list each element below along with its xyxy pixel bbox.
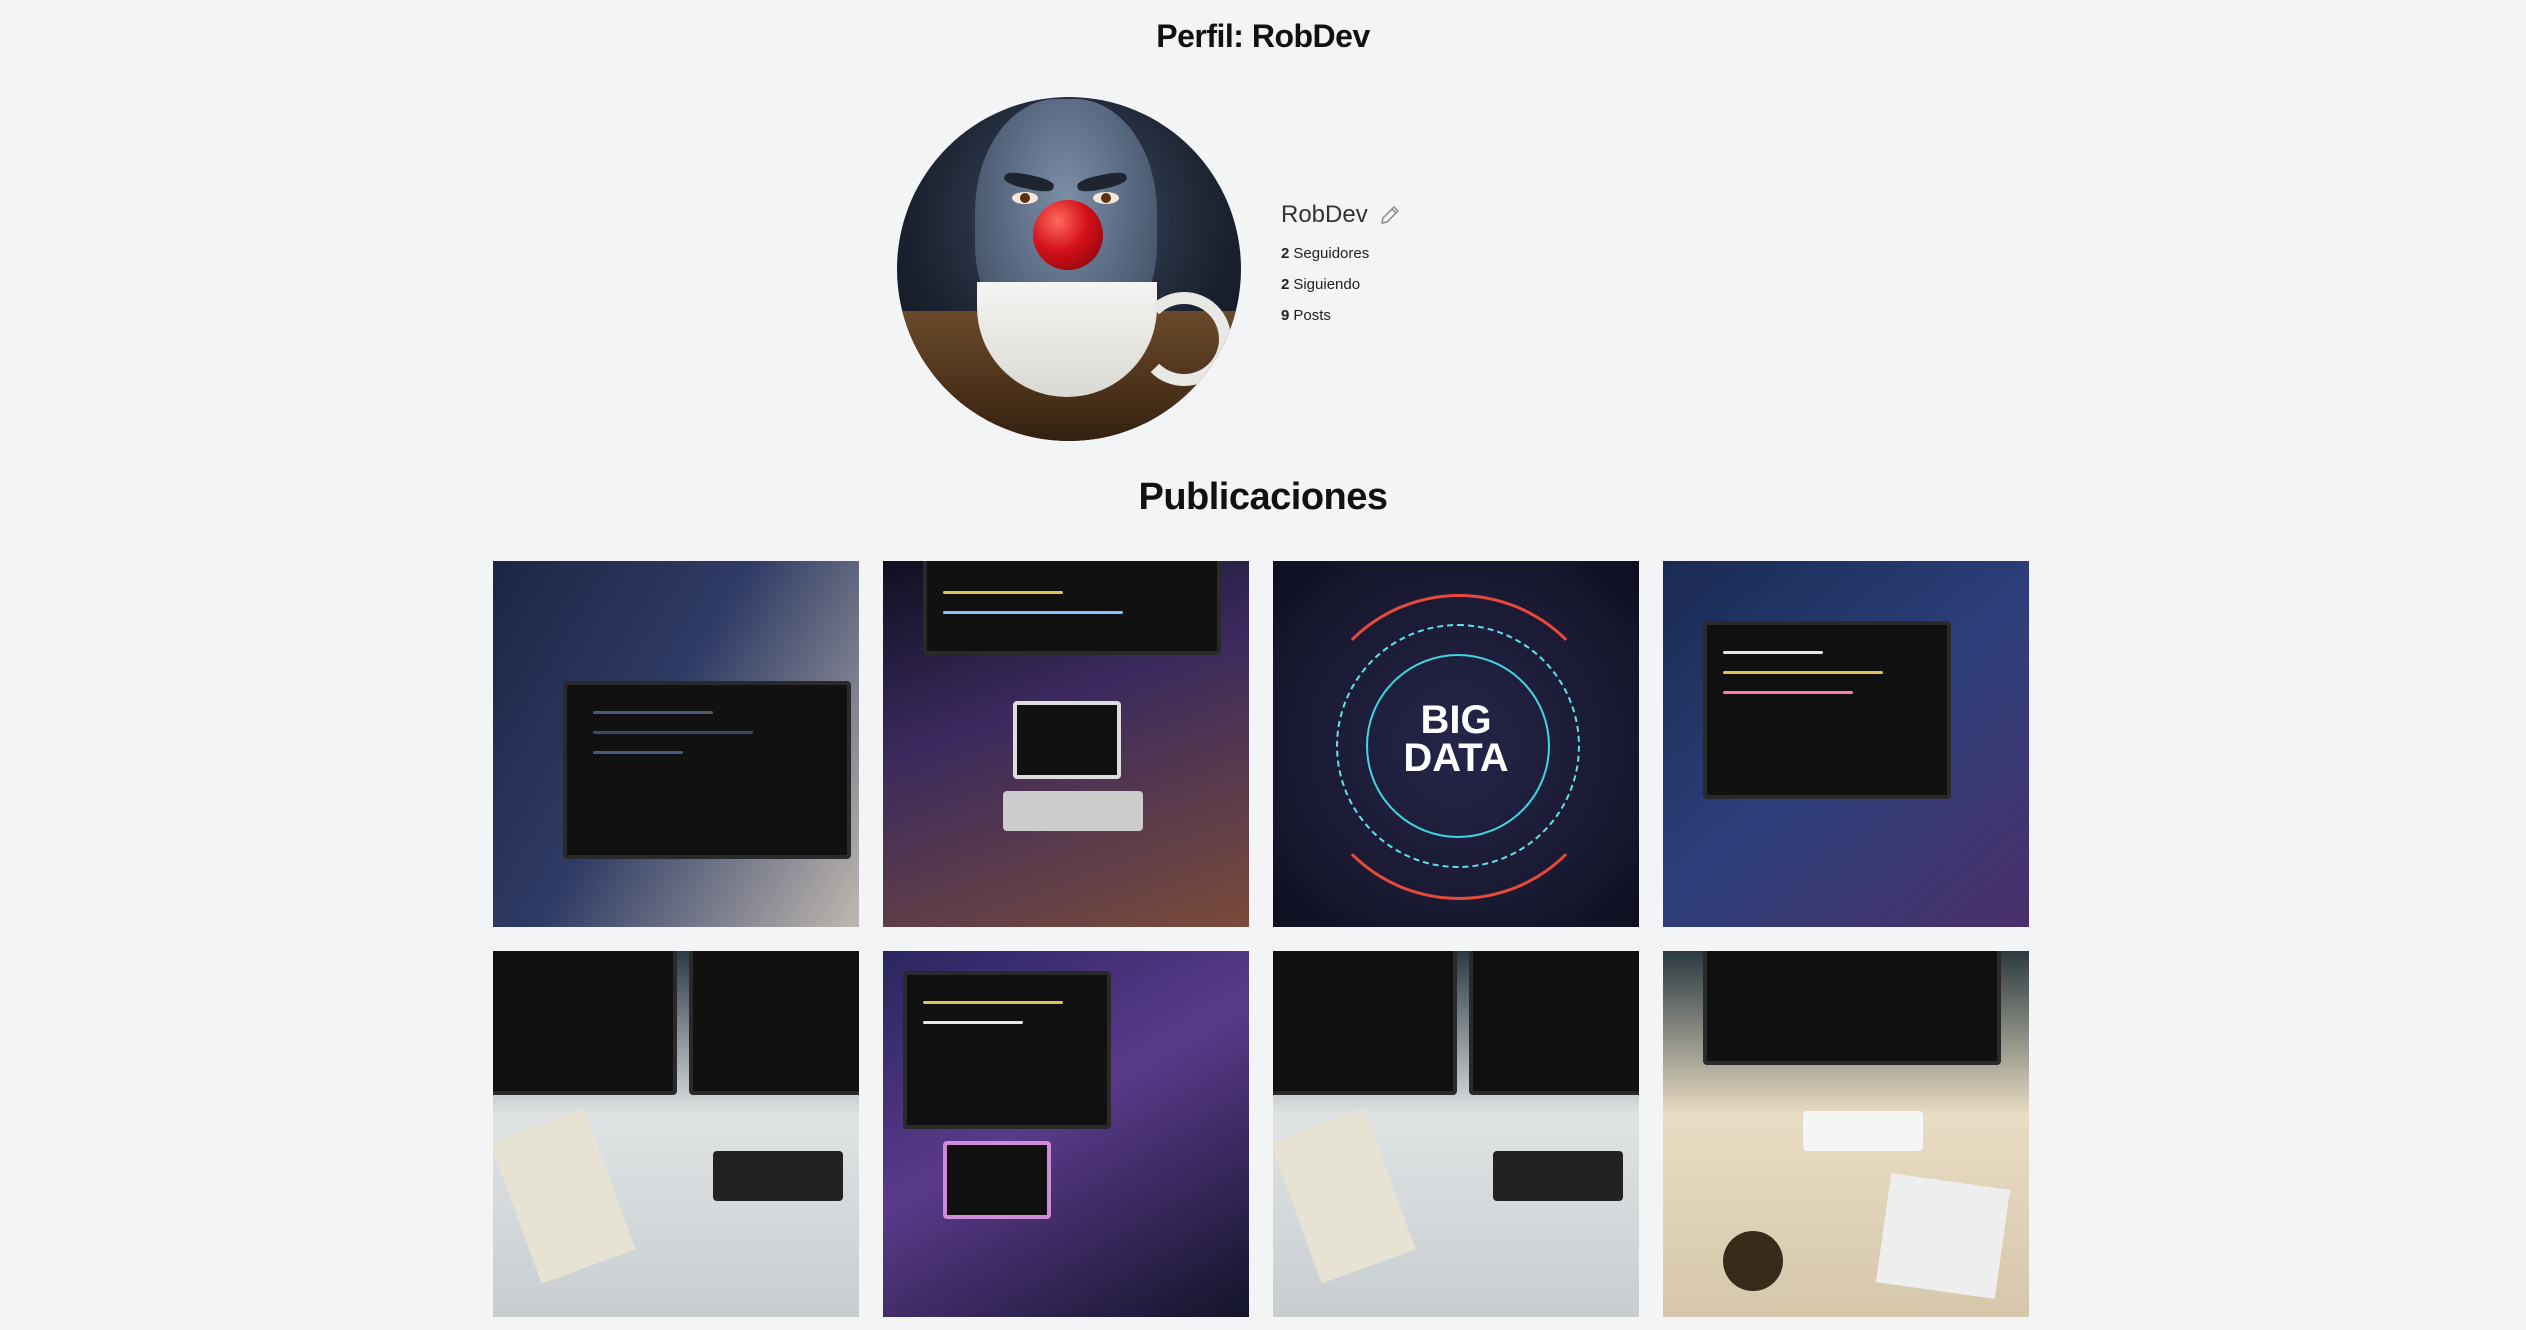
post-thumbnail[interactable] <box>883 561 1249 927</box>
followers-label: Seguidores <box>1293 244 1370 262</box>
post-thumbnail[interactable] <box>493 561 859 927</box>
avatar <box>897 97 1241 441</box>
stat-posts: 9 Posts <box>1281 307 1402 324</box>
stat-followers[interactable]: 2 Seguidores <box>1281 245 1402 262</box>
stat-following[interactable]: 2 Siguiendo <box>1281 276 1402 293</box>
username: RobDev <box>1281 200 1368 228</box>
section-title: Publicaciones <box>1138 476 1388 518</box>
profile-info: RobDev 2 Seguidores 2 Siguiendo 9 Posts <box>1281 201 1402 338</box>
following-label: Siguiendo <box>1293 275 1361 293</box>
post-thumbnail[interactable] <box>1273 951 1639 1317</box>
post-thumbnail[interactable] <box>1663 951 2029 1317</box>
posts-grid: BIG DATA <box>493 561 2029 1317</box>
post-thumbnail[interactable] <box>1663 561 2029 927</box>
followers-count: 2 <box>1281 244 1290 262</box>
posts-count: 9 <box>1281 306 1290 324</box>
post-thumbnail[interactable]: BIG DATA <box>1273 561 1639 927</box>
profile-header: RobDev 2 Seguidores 2 Siguiendo 9 Posts <box>897 97 1402 441</box>
post-thumbnail[interactable] <box>493 951 859 1317</box>
posts-label: Posts <box>1293 306 1331 324</box>
post-thumbnail[interactable] <box>883 951 1249 1317</box>
big-data-text: BIG DATA <box>1403 698 1509 780</box>
page-title: Perfil: RobDev <box>1156 18 1370 54</box>
pencil-icon[interactable] <box>1378 203 1402 227</box>
following-count: 2 <box>1281 275 1290 293</box>
